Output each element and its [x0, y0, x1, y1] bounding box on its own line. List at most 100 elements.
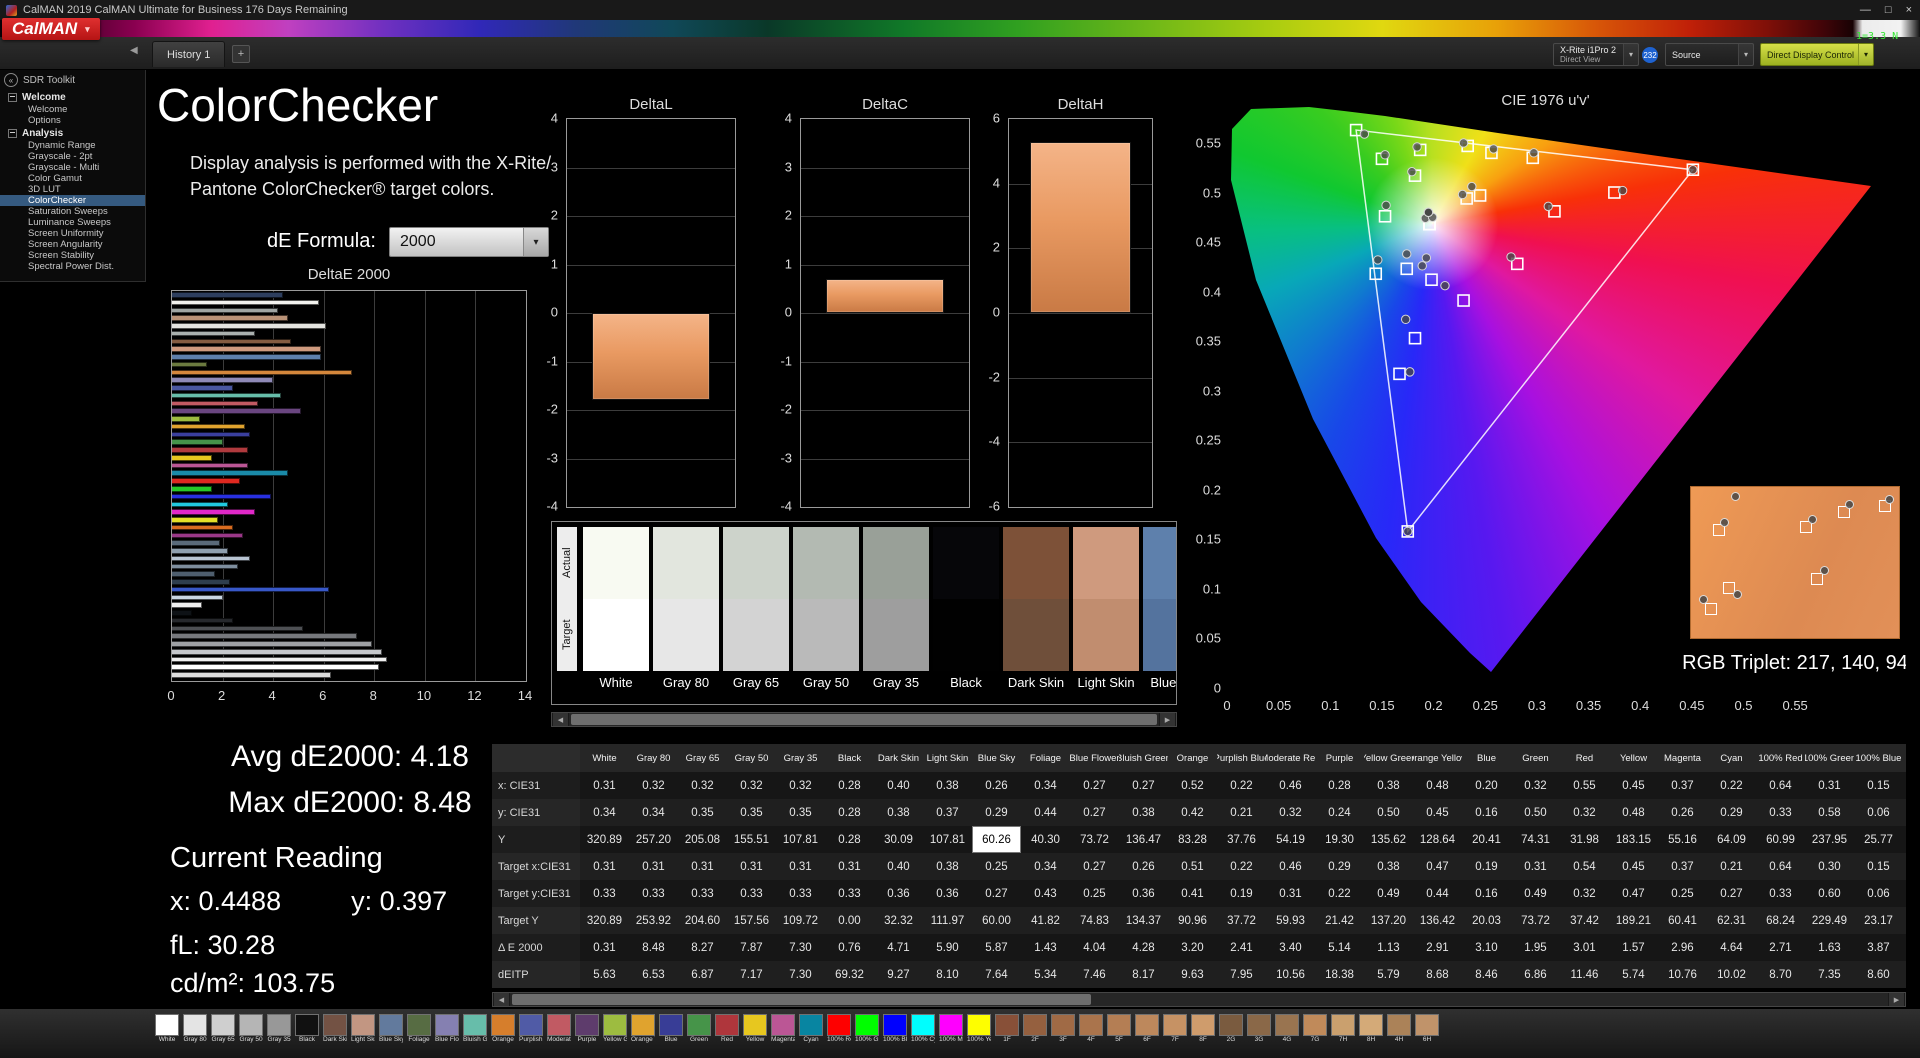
- palette-patch-2g[interactable]: 2G: [1219, 1014, 1243, 1045]
- table-cell[interactable]: 107.81: [776, 826, 825, 853]
- palette-patch-green[interactable]: Green: [687, 1014, 711, 1045]
- palette-patch-purplish-blue[interactable]: Purplish Blue: [519, 1014, 543, 1045]
- table-cell[interactable]: 0.60: [1805, 880, 1854, 907]
- palette-patch-white[interactable]: White: [155, 1014, 179, 1045]
- table-cell[interactable]: 40.30: [1021, 826, 1070, 853]
- table-cell[interactable]: 6.87: [678, 961, 727, 988]
- table-cell[interactable]: 0.27: [1707, 880, 1756, 907]
- table-cell[interactable]: 18.38: [1315, 961, 1364, 988]
- palette-patch-foliage[interactable]: Foliage: [407, 1014, 431, 1045]
- table-cell[interactable]: 4.64: [1707, 934, 1756, 961]
- table-cell[interactable]: 135.62: [1364, 826, 1413, 853]
- table-cell[interactable]: 10.56: [1266, 961, 1315, 988]
- sidebar-item-welcome[interactable]: Welcome: [0, 104, 145, 115]
- table-cell[interactable]: 0.06: [1854, 799, 1903, 826]
- expander-icon[interactable]: [8, 128, 17, 138]
- table-cell[interactable]: 60.26: [972, 826, 1021, 853]
- table-cell[interactable]: 0.32: [678, 772, 727, 799]
- table-cell[interactable]: 0.40: [874, 772, 923, 799]
- table-cell[interactable]: 0.55: [1560, 772, 1609, 799]
- sidebar-collapse-button[interactable]: «: [4, 73, 18, 87]
- table-cell[interactable]: 5.14: [1315, 934, 1364, 961]
- table-cell[interactable]: 23.17: [1854, 907, 1903, 934]
- table-cell[interactable]: 320.89: [580, 907, 629, 934]
- table-cell[interactable]: 205.08: [678, 826, 727, 853]
- table-cell[interactable]: 31.98: [1560, 826, 1609, 853]
- table-cell[interactable]: 20.41: [1462, 826, 1511, 853]
- table-cell[interactable]: 0.27: [1070, 772, 1119, 799]
- table-cell[interactable]: 83.28: [1168, 826, 1217, 853]
- palette-patch-gray-65[interactable]: Gray 65: [211, 1014, 235, 1045]
- table-cell[interactable]: 0.64: [1756, 853, 1805, 880]
- table-cell[interactable]: 5.63: [580, 961, 629, 988]
- palette-patch-3g[interactable]: 3G: [1247, 1014, 1271, 1045]
- table-cell[interactable]: 0.26: [1658, 799, 1707, 826]
- table-cell[interactable]: 5.34: [1021, 961, 1070, 988]
- table-cell[interactable]: 0.38: [874, 799, 923, 826]
- table-cell[interactable]: 3.87: [1854, 934, 1903, 961]
- table-cell[interactable]: 32.32: [874, 907, 923, 934]
- table-cell[interactable]: 0.22: [1217, 853, 1266, 880]
- table-cell[interactable]: 37.72: [1217, 907, 1266, 934]
- table-cell[interactable]: 8.48: [629, 934, 678, 961]
- table-cell[interactable]: 0.16: [1462, 799, 1511, 826]
- table-cell[interactable]: 8.68: [1413, 961, 1462, 988]
- palette-patch-purple[interactable]: Purple: [575, 1014, 599, 1045]
- table-cell[interactable]: 137.20: [1364, 907, 1413, 934]
- table-cell[interactable]: 128.64: [1413, 826, 1462, 853]
- palette-patch-dark-skin[interactable]: Dark Skin: [323, 1014, 347, 1045]
- table-cell[interactable]: 0.33: [1756, 880, 1805, 907]
- table-cell[interactable]: 55.16: [1658, 826, 1707, 853]
- close-button[interactable]: ×: [1906, 4, 1912, 16]
- table-cell[interactable]: 5.90: [923, 934, 972, 961]
- scrollbar-track[interactable]: [569, 713, 1159, 726]
- palette-patch-1f[interactable]: 1F: [995, 1014, 1019, 1045]
- scroll-right-arrow-icon[interactable]: ▶: [1159, 713, 1176, 726]
- palette-patch-blue-flower[interactable]: Blue Flower: [435, 1014, 459, 1045]
- table-cell[interactable]: 0.15: [1854, 853, 1903, 880]
- source-dropdown[interactable]: Source ▾: [1665, 43, 1754, 66]
- table-cell[interactable]: 7.87: [727, 934, 776, 961]
- table-cell[interactable]: 0.32: [629, 772, 678, 799]
- table-cell[interactable]: 0.38: [923, 853, 972, 880]
- sidebar-item-dynamic-range[interactable]: Dynamic Range: [0, 140, 145, 151]
- table-cell[interactable]: 189.21: [1609, 907, 1658, 934]
- table-cell[interactable]: 0.47: [1413, 853, 1462, 880]
- table-cell[interactable]: 0.44: [1021, 799, 1070, 826]
- table-cell[interactable]: 8.27: [678, 934, 727, 961]
- table-cell[interactable]: 0.16: [1462, 880, 1511, 907]
- palette-patch-100-red[interactable]: 100% Red: [827, 1014, 851, 1045]
- table-cell[interactable]: 1.95: [1511, 934, 1560, 961]
- table-cell[interactable]: 69.32: [825, 961, 874, 988]
- table-cell[interactable]: 0.47: [1609, 880, 1658, 907]
- table-cell[interactable]: 183.15: [1609, 826, 1658, 853]
- table-cell[interactable]: 2.96: [1658, 934, 1707, 961]
- table-cell[interactable]: 0.29: [1707, 799, 1756, 826]
- palette-patch-gray-80[interactable]: Gray 80: [183, 1014, 207, 1045]
- table-cell[interactable]: 4.28: [1119, 934, 1168, 961]
- table-cell[interactable]: 0.32: [1266, 799, 1315, 826]
- palette-patch-gray-50[interactable]: Gray 50: [239, 1014, 263, 1045]
- table-cell[interactable]: 320.89: [580, 826, 629, 853]
- table-scrollbar[interactable]: ◀ ▶: [492, 992, 1906, 1007]
- table-cell[interactable]: 0.35: [727, 799, 776, 826]
- table-cell[interactable]: 0.31: [580, 853, 629, 880]
- palette-patch-cyan[interactable]: Cyan: [799, 1014, 823, 1045]
- table-cell[interactable]: 0.64: [1756, 772, 1805, 799]
- table-cell[interactable]: 7.30: [776, 961, 825, 988]
- table-cell[interactable]: 2.91: [1413, 934, 1462, 961]
- sidebar-item-luminance-sweeps[interactable]: Luminance Sweeps: [0, 217, 145, 228]
- table-cell[interactable]: 0.38: [1119, 799, 1168, 826]
- table-cell[interactable]: 0.35: [776, 799, 825, 826]
- table-cell[interactable]: 5.74: [1609, 961, 1658, 988]
- table-cell[interactable]: 8.60: [1854, 961, 1903, 988]
- table-cell[interactable]: 0.33: [1756, 799, 1805, 826]
- palette-patch-7h[interactable]: 7H: [1331, 1014, 1355, 1045]
- scrollbar-track[interactable]: [510, 993, 1888, 1006]
- table-cell[interactable]: 60.41: [1658, 907, 1707, 934]
- palette-patch-red[interactable]: Red: [715, 1014, 739, 1045]
- palette-patch-2f[interactable]: 2F: [1023, 1014, 1047, 1045]
- table-cell[interactable]: 0.45: [1609, 772, 1658, 799]
- palette-patch-orange-yellow[interactable]: Orange Yellow: [631, 1014, 655, 1045]
- table-cell[interactable]: 134.37: [1119, 907, 1168, 934]
